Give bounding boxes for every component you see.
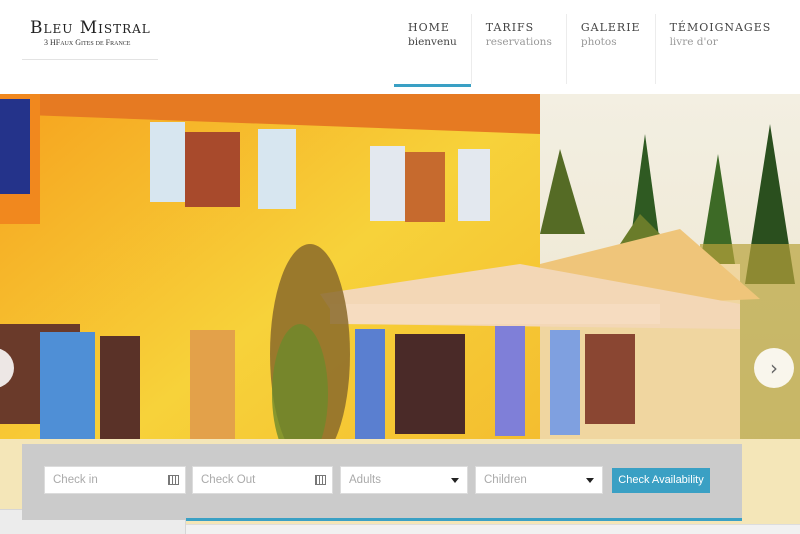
nav-item-sublabel: photos (580, 36, 617, 48)
calendar-icon[interactable] (315, 475, 326, 485)
chevron-right-icon: › (770, 356, 778, 380)
adults-value: Adults (349, 474, 381, 486)
nav-item-tarifs[interactable]: TARIFS reservations (472, 14, 567, 84)
site-header: Bleu Mistral 3 HFaux Gites de France HOM… (0, 0, 800, 94)
main-nav: HOME bienvenu TARIFS reservations GALERI… (394, 14, 786, 87)
logo-title: Bleu Mistral (30, 18, 151, 38)
nav-item-label: TÉMOIGNAGES (669, 21, 772, 34)
logo-subtitle: 3 HFaux Gites de France (44, 38, 131, 47)
booking-form: Check in Check Out Adults Children Check… (22, 444, 742, 520)
nav-item-home[interactable]: HOME bienvenu (394, 14, 472, 87)
nav-item-galerie[interactable]: GALERIE photos (567, 14, 656, 84)
nav-item-label: HOME (408, 21, 450, 34)
caret-down-icon (586, 478, 594, 483)
checkin-placeholder: Check in (53, 474, 98, 486)
caret-down-icon (451, 478, 459, 483)
nav-item-sublabel: bienvenu (408, 36, 457, 48)
children-value: Children (484, 474, 527, 486)
booking-accent-line (186, 518, 742, 521)
check-availability-button[interactable]: Check Availability (612, 468, 710, 493)
logo[interactable]: Bleu Mistral 3 HFaux Gites de France (22, 12, 158, 60)
checkout-input[interactable]: Check Out (192, 466, 333, 494)
checkin-input[interactable]: Check in (44, 466, 186, 494)
calendar-icon[interactable] (168, 475, 179, 485)
nav-item-sublabel: reservations (485, 36, 552, 48)
nav-item-sublabel: livre d'or (669, 36, 718, 48)
adults-select[interactable]: Adults (340, 466, 468, 494)
checkout-placeholder: Check Out (201, 474, 256, 486)
nav-item-label: GALERIE (580, 21, 641, 34)
children-select[interactable]: Children (475, 466, 603, 494)
slider-next-button[interactable]: › (754, 348, 794, 388)
nav-item-temoignages[interactable]: TÉMOIGNAGES livre d'or (656, 14, 786, 84)
nav-item-label: TARIFS (485, 21, 535, 34)
